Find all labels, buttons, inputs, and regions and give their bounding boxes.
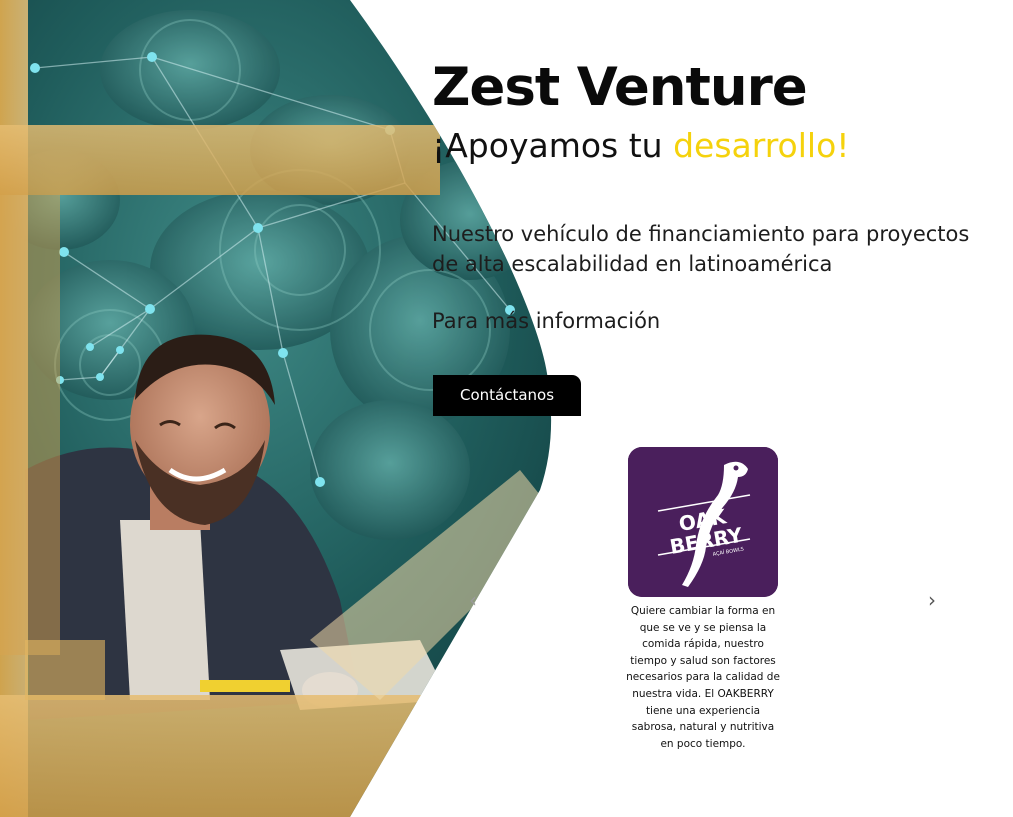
portfolio-carousel: ‹ OAK BERRY AÇAÍ BOWLS Quiere cambiar la…: [455, 440, 955, 770]
contact-button[interactable]: Contáctanos: [433, 375, 581, 416]
chevron-right-icon[interactable]: ›: [920, 588, 944, 612]
intro-description: Nuestro vehículo de financiamiento para …: [432, 222, 970, 276]
more-info-text: Para más información: [432, 309, 661, 333]
brand-title: Zest Venture: [432, 57, 808, 118]
tagline: ¡Apoyamos tu desarrollo!: [432, 124, 850, 168]
slide-description: Quiere cambiar la forma en que se ve y s…: [626, 605, 780, 750]
tagline-prefix: ¡Apoyamos tu: [432, 126, 674, 165]
chevron-left-icon[interactable]: ‹: [461, 588, 485, 612]
landing-page: Zest Venture ¡Apoyamos tu desarrollo! Nu…: [0, 0, 1013, 817]
tagline-accent: desarrollo!: [673, 126, 850, 165]
oakberry-logo: OAK BERRY AÇAÍ BOWLS: [628, 447, 778, 597]
